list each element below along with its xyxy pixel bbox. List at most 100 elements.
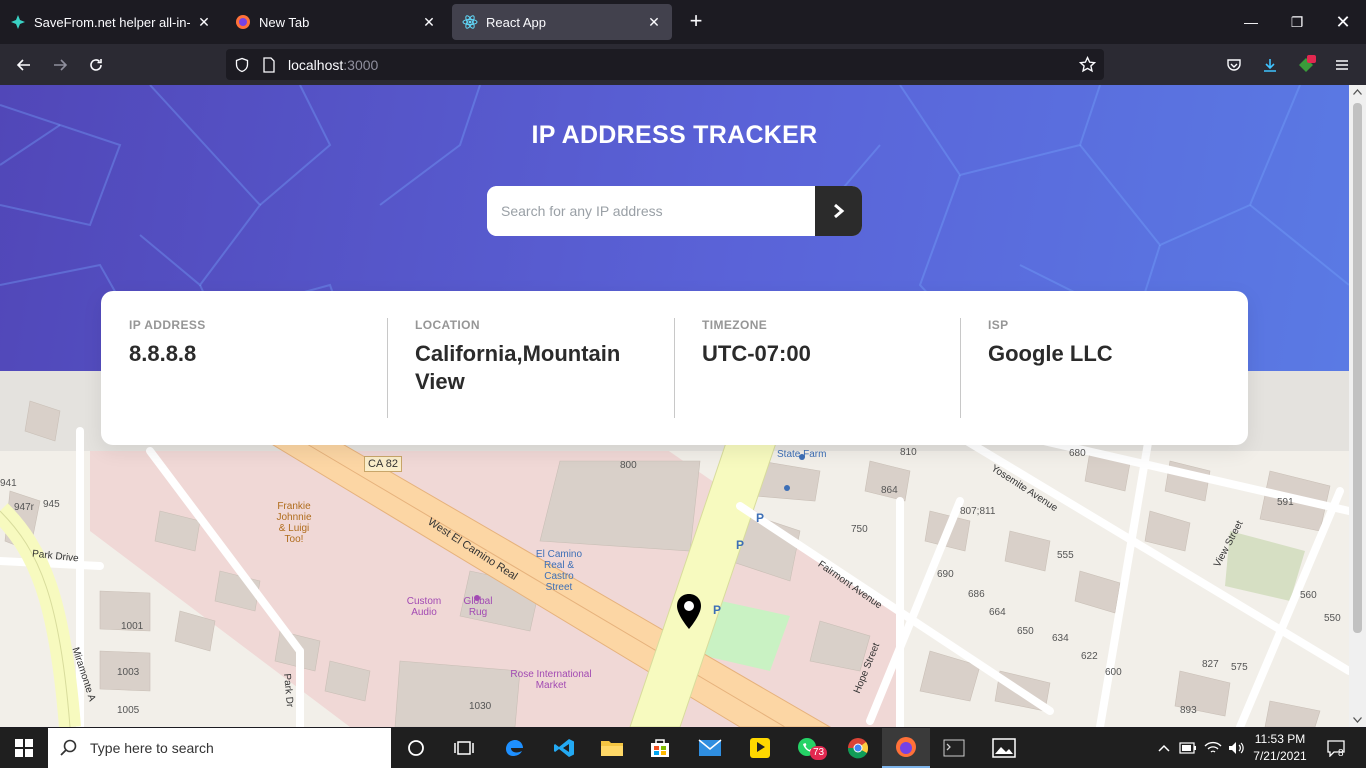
house-number: 650	[1017, 626, 1034, 637]
new-tab-button[interactable]: +	[684, 10, 708, 34]
poi-label-custom-audio: Custom Audio	[406, 596, 442, 618]
close-icon[interactable]: ✕	[421, 14, 437, 30]
house-number: 800	[620, 460, 637, 471]
store-taskbar-button[interactable]	[636, 728, 684, 768]
forward-button[interactable]	[47, 52, 73, 78]
edge-taskbar-button[interactable]	[490, 728, 538, 768]
search-icon	[60, 739, 77, 756]
isp-value: Google LLC	[988, 341, 1113, 366]
page-icon	[263, 57, 275, 73]
info-ip-address: IP ADDRESS 8.8.8.8	[129, 318, 379, 418]
search-submit-button[interactable]	[815, 186, 862, 236]
player-taskbar-button[interactable]	[736, 728, 784, 768]
downloads-button[interactable]	[1257, 52, 1283, 78]
menu-button[interactable]	[1329, 52, 1355, 78]
battery-icon	[1179, 742, 1196, 754]
house-number: 634	[1052, 633, 1069, 644]
mail-taskbar-button[interactable]	[686, 728, 734, 768]
file-explorer-taskbar-button[interactable]	[588, 728, 636, 768]
minimize-button[interactable]: —	[1228, 8, 1274, 36]
tab-new-tab[interactable]: New Tab ✕	[225, 4, 447, 40]
whatsapp-taskbar-button[interactable]: 73	[784, 728, 832, 768]
location-pin-icon[interactable]	[675, 593, 703, 631]
chrome-taskbar-button[interactable]	[834, 728, 882, 768]
house-number: 947r	[14, 502, 35, 513]
page-scrollbar[interactable]	[1349, 85, 1366, 727]
divider	[387, 318, 388, 418]
ip-search-input[interactable]	[487, 186, 815, 236]
start-button[interactable]	[0, 728, 48, 768]
react-icon	[462, 14, 478, 30]
chrome-icon	[847, 738, 869, 759]
info-isp: ISP Google LLC	[988, 318, 1228, 418]
restore-button[interactable]: ❐	[1274, 8, 1320, 36]
bookmark-star-icon	[1079, 56, 1096, 73]
house-number: 864	[881, 485, 898, 496]
info-label: LOCATION	[415, 318, 480, 332]
house-number: 686	[968, 589, 985, 600]
hamburger-menu-icon	[1336, 60, 1348, 70]
photos-icon	[992, 738, 1016, 758]
poi-label-frankie: Frankie Johnnie & Luigi Too!	[276, 501, 312, 545]
poi-label-state-farm: State Farm	[777, 449, 827, 460]
vscode-taskbar-button[interactable]	[540, 728, 588, 768]
windows-logo-icon	[15, 739, 33, 757]
photos-taskbar-button[interactable]	[980, 728, 1028, 768]
house-number: 555	[1057, 550, 1074, 561]
house-number: 750	[851, 524, 868, 535]
volume-icon	[1229, 742, 1244, 754]
terminal-taskbar-button[interactable]	[930, 728, 978, 768]
clock-date: 7/21/2021	[1253, 749, 1307, 763]
tray-overflow-button[interactable]	[1152, 728, 1176, 768]
firefox-taskbar-button[interactable]	[882, 728, 930, 768]
tab-react-app[interactable]: React App ✕	[452, 4, 672, 40]
page-title: IP ADDRESS TRACKER	[531, 121, 818, 149]
house-number: 827	[1202, 659, 1219, 670]
house-number: 560	[1300, 590, 1317, 601]
network-button[interactable]	[1201, 728, 1225, 768]
taskbar-search[interactable]: Type here to search	[48, 728, 391, 768]
house-number: 680	[1069, 448, 1086, 459]
location-value: California,Mountain View	[415, 341, 621, 394]
back-button[interactable]	[11, 52, 37, 78]
task-view-button[interactable]	[440, 728, 488, 768]
taskbar-search-text: Type here to search	[90, 740, 214, 756]
ip-search-form	[487, 186, 862, 236]
chevron-right-icon	[833, 203, 844, 219]
arrow-right-icon	[54, 59, 68, 71]
extension-button[interactable]	[1293, 52, 1319, 78]
house-number: 807;811	[960, 506, 996, 517]
parking-icon: P	[713, 603, 722, 617]
house-number: 664	[989, 607, 1006, 618]
info-timezone: TIMEZONE UTC-07:00	[702, 318, 952, 418]
cortana-button[interactable]	[392, 728, 440, 768]
tab-savefrom[interactable]: SaveFrom.net helper all-in-1 / y ✕	[0, 4, 222, 40]
cortana-icon	[408, 740, 424, 756]
task-view-icon	[454, 741, 474, 755]
battery-button[interactable]	[1176, 728, 1200, 768]
url-text: localhost:3000	[288, 57, 379, 73]
close-icon[interactable]: ✕	[646, 14, 662, 30]
house-number: 1001	[121, 621, 144, 632]
info-label: IP ADDRESS	[129, 318, 206, 332]
firefox-icon	[235, 14, 251, 30]
url-bar[interactable]: localhost:3000	[226, 49, 1104, 80]
poi-label-global-rug: Global Rug	[463, 596, 493, 618]
folder-icon	[601, 741, 623, 756]
road-shield-ca82: CA 82	[364, 456, 402, 472]
chevron-up-icon	[1158, 744, 1170, 752]
reload-button[interactable]	[83, 52, 109, 78]
notification-center-button[interactable]: 8	[1316, 728, 1356, 768]
parking-icon: P	[736, 538, 745, 552]
volume-button[interactable]	[1225, 728, 1249, 768]
scrollbar-thumb[interactable]	[1353, 103, 1362, 633]
close-icon[interactable]: ✕	[196, 14, 212, 30]
wifi-icon	[1204, 741, 1222, 753]
close-window-button[interactable]: ✕	[1320, 8, 1366, 36]
player-icon	[750, 738, 770, 758]
tab-title: SaveFrom.net helper all-in-1 / y	[34, 14, 190, 30]
extension-icon	[1299, 55, 1316, 72]
pocket-button[interactable]	[1221, 52, 1247, 78]
taskbar-clock[interactable]: 11:53 PM 7/21/2021	[1248, 731, 1312, 765]
poi-label-rose-market: Rose International Market	[510, 669, 592, 691]
